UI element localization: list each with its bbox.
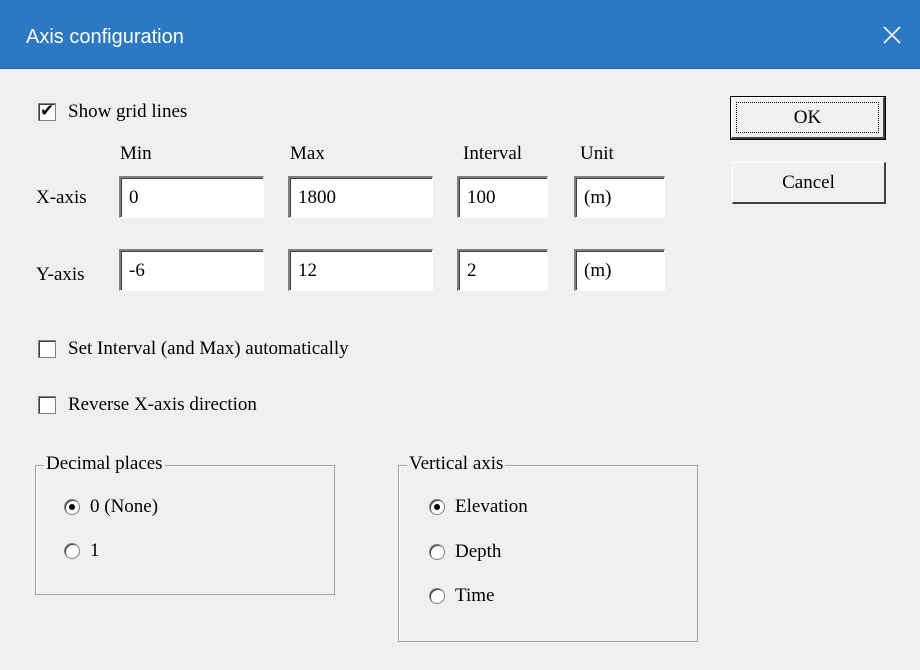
vertical-axis-group: Vertical axis Elevation Depth Time (398, 453, 698, 642)
y-axis-unit-field[interactable] (574, 249, 665, 291)
cancel-button-label: Cancel (782, 171, 835, 193)
radio-button[interactable] (429, 588, 445, 604)
vertical-option-time-label: Time (455, 585, 495, 606)
x-axis-min-input[interactable] (121, 178, 263, 217)
x-axis-interval-input[interactable] (459, 178, 547, 217)
vertical-option-depth-label: Depth (455, 541, 502, 562)
radio-button[interactable] (64, 543, 80, 559)
decimal-places-title: Decimal places (44, 453, 165, 475)
y-axis-unit-input[interactable] (576, 251, 664, 290)
decimal-option-1-label: 1 (90, 540, 100, 561)
vertical-option-depth[interactable]: Depth (429, 541, 501, 563)
cancel-button[interactable]: Cancel (732, 162, 886, 204)
radio-button[interactable] (429, 544, 445, 560)
auto-interval-label: Set Interval (and Max) automatically (68, 338, 349, 359)
axis-configuration-dialog: Axis configuration ✔ Show grid lines Min… (0, 0, 920, 670)
check-mark-icon: ✔ (40, 101, 55, 120)
x-axis-max-field[interactable] (288, 176, 433, 218)
column-header-unit: Unit (580, 143, 614, 164)
y-axis-interval-field[interactable] (457, 249, 548, 291)
vertical-option-time[interactable]: Time (429, 585, 494, 607)
x-axis-unit-field[interactable] (574, 176, 665, 218)
window-title: Axis configuration (26, 26, 184, 48)
focus-rectangle (736, 102, 879, 133)
radio-dot-icon (69, 504, 75, 510)
y-axis-interval-input[interactable] (459, 251, 547, 290)
ok-button[interactable]: OK (730, 96, 886, 140)
auto-interval-checkbox-box[interactable] (38, 340, 56, 358)
radio-button[interactable] (64, 499, 80, 515)
decimal-places-group: Decimal places 0 (None) 1 (35, 453, 335, 595)
decimal-option-1[interactable]: 1 (64, 540, 100, 562)
reverse-x-checkbox[interactable]: Reverse X-axis direction (38, 394, 257, 416)
show-grid-checkbox[interactable]: ✔ Show grid lines (38, 101, 187, 123)
decimal-option-0-label: 0 (None) (90, 496, 159, 517)
reverse-x-checkbox-box[interactable] (38, 396, 56, 414)
column-header-interval: Interval (463, 143, 523, 164)
decimal-option-0[interactable]: 0 (None) (64, 496, 158, 518)
y-axis-max-input[interactable] (290, 251, 432, 290)
vertical-option-elevation-label: Elevation (455, 496, 528, 517)
x-axis-interval-field[interactable] (457, 176, 548, 218)
y-axis-min-input[interactable] (121, 251, 263, 290)
radio-button[interactable] (429, 499, 445, 515)
y-axis-max-field[interactable] (288, 249, 433, 291)
x-axis-unit-input[interactable] (576, 178, 664, 217)
column-header-min: Min (120, 143, 152, 164)
show-grid-checkbox-box[interactable]: ✔ (38, 101, 56, 121)
column-header-max: Max (290, 143, 325, 164)
reverse-x-label: Reverse X-axis direction (68, 394, 257, 415)
x-axis-min-field[interactable] (119, 176, 264, 218)
x-axis-label: X-axis (36, 187, 87, 208)
x-axis-max-input[interactable] (290, 178, 432, 217)
y-axis-min-field[interactable] (119, 249, 264, 291)
auto-interval-checkbox[interactable]: Set Interval (and Max) automatically (38, 338, 349, 360)
close-button[interactable] (864, 0, 920, 69)
vertical-axis-title: Vertical axis (407, 453, 506, 475)
radio-dot-icon (434, 504, 440, 510)
show-grid-label: Show grid lines (68, 101, 188, 122)
y-axis-label: Y-axis (36, 264, 85, 285)
close-icon (883, 25, 901, 44)
vertical-option-elevation[interactable]: Elevation (429, 496, 528, 518)
title-bar[interactable]: Axis configuration (0, 0, 920, 69)
